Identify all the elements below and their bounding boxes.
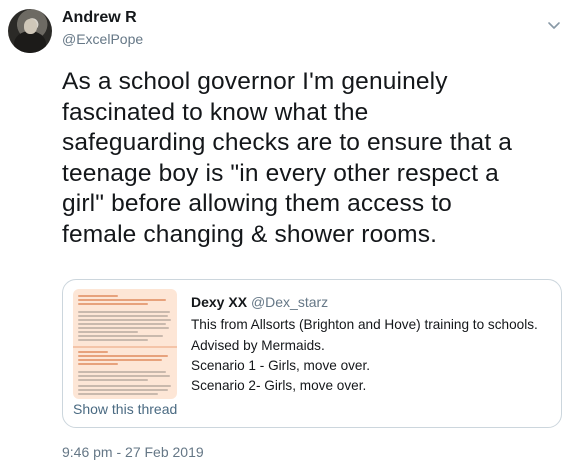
tweet-line: As a school governor I'm genuinely: [62, 68, 448, 95]
chevron-down-icon[interactable]: [546, 17, 562, 33]
quoted-text-line: Advised by Mermaids.: [191, 338, 325, 353]
tweet-text: As a school governor I'm genuinely fascin…: [62, 67, 567, 250]
quoted-tweet-image[interactable]: [73, 289, 177, 399]
author-handle[interactable]: @ExcelPope: [62, 31, 143, 47]
tweet-line: girl" before allowing them access to: [62, 190, 452, 217]
tweet-line: safeguarding checks are to ensure that a: [62, 129, 513, 156]
quoted-author-handle: @Dex_starz: [250, 294, 329, 310]
quoted-author: Dexy XX @Dex_starz: [191, 294, 328, 310]
author-name[interactable]: Andrew R: [62, 9, 137, 27]
tweet-line: teenage boy is "in every other respect a: [62, 159, 499, 187]
quoted-text-line: Scenario 2- Girls, move over.: [191, 378, 367, 393]
tweet-timestamp[interactable]: 9:46 pm - 27 Feb 2019: [62, 444, 204, 460]
show-thread-link[interactable]: Show this thread: [73, 401, 177, 417]
avatar[interactable]: [8, 9, 52, 53]
quoted-text-line: Scenario 1 - Girls, move over.: [191, 358, 371, 373]
tweet-line: female changing & shower rooms.: [62, 220, 438, 248]
avatar-face: [24, 19, 37, 34]
quoted-text-line: This from Allsorts (Brighton and Hove) t…: [191, 317, 538, 332]
quoted-author-name: Dexy XX: [191, 294, 248, 310]
quoted-tweet[interactable]: Dexy XX @Dex_starz This from Allsorts (B…: [62, 279, 562, 428]
avatar-hood: [14, 31, 46, 53]
tweet-line: fascinated to know what the: [62, 98, 369, 126]
